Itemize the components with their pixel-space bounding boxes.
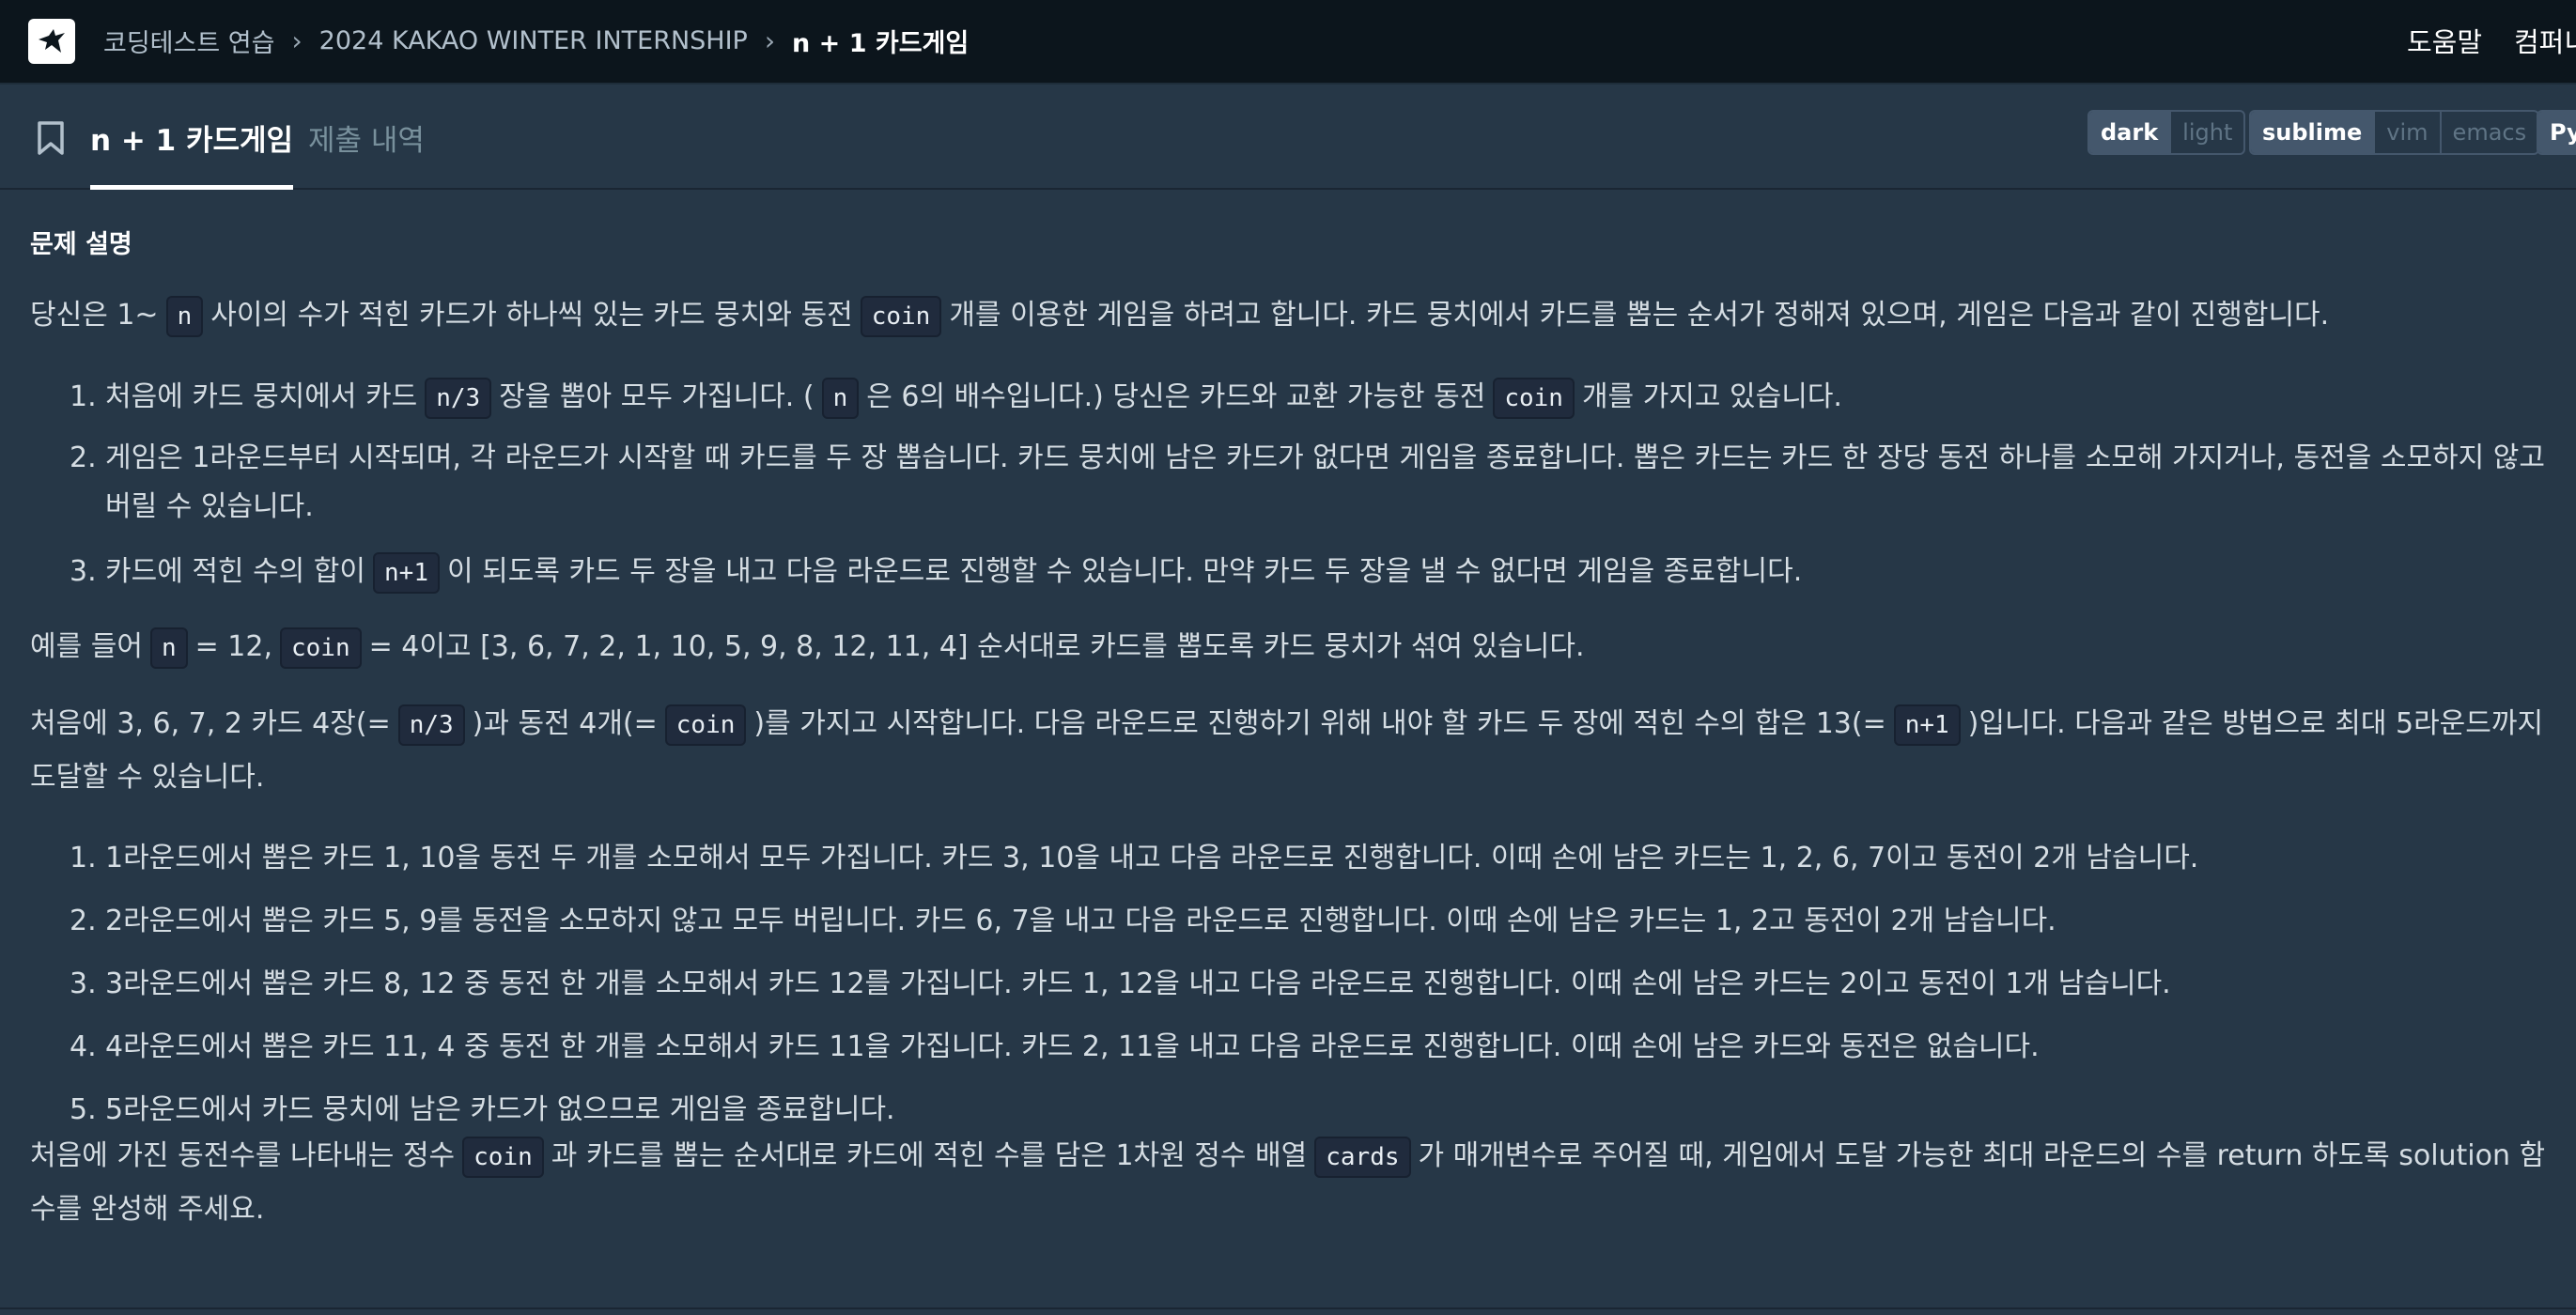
help-link[interactable]: 도움말 [2407, 21, 2482, 60]
inline-code: coin [462, 1136, 544, 1178]
list-number: 2. [70, 905, 97, 937]
section-title: 문제 설명 [30, 230, 132, 259]
text: 개를 가지고 있습니다. [1581, 380, 1842, 413]
breadcrumb: 코딩테스트 연습 › 2024 KAKAO WINTER INTERNSHIP … [103, 0, 969, 81]
text: 은 6의 배수입니다.) 당신은 카드와 교환 가능한 동전 [866, 380, 1486, 413]
keymap-sublime-option[interactable]: sublime [2251, 112, 2376, 153]
intro-paragraph: 당신은 1~ n 사이의 수가 적힌 카드가 하나씩 있는 카드 뭉치와 동전 coi… [30, 288, 2567, 342]
tab-problem-label: n + 1 카드게임 [90, 123, 294, 158]
list-item: 2. 2라운드에서 뽑은 카드 5, 9를 동전을 소모하지 않고 모두 버립니… [70, 894, 2568, 957]
top-navigation-bar: 코딩테스트 연습 › 2024 KAKAO WINTER INTERNSHIP … [0, 0, 2576, 85]
start-paragraph: 처음에 3, 6, 7, 2 카드 4장(= n/3)과 동전 4개(= coin)… [30, 697, 2567, 804]
text: 처음에 3, 6, 7, 2 카드 4장(= [30, 707, 391, 740]
list-item: 3. 카드에 적힌 수의 합이 n+1 이 되도록 카드 두 장을 내고 다음 라운… [70, 545, 2568, 598]
list-text: 1라운드에서 뽑은 카드 1, 10을 동전 두 개를 소모해서 모두 가집니다… [105, 842, 2199, 874]
company-link[interactable]: 컴퍼니 [2514, 21, 2576, 60]
inline-code: n+1 [1893, 704, 1961, 746]
inline-code: n [821, 377, 860, 419]
inline-code: coin [1493, 377, 1575, 419]
list-text: 처음에 카드 뭉치에서 카드 n/3 장을 뽑아 모두 가집니다. (n 은 6의 배… [105, 370, 2568, 434]
intro-text: 당신은 1~ [30, 299, 159, 332]
inline-code: coin [279, 627, 362, 669]
text: )과 동전 4개(= [472, 707, 658, 740]
text: = 12, [194, 630, 272, 663]
list-item: 1. 처음에 카드 뭉치에서 카드 n/3 장을 뽑아 모두 가집니다. (n 은 6… [70, 370, 2568, 434]
inline-code: n/3 [397, 704, 465, 746]
list-number: 3. [70, 555, 97, 588]
list-item: 2. 게임은 1라운드부터 시작되며, 각 라운드가 시작할 때 카드를 두 장… [70, 434, 2568, 545]
list-item: 1. 1라운드에서 뽑은 카드 1, 10을 동전 두 개를 소모해서 모두 가… [70, 831, 2568, 894]
text: )를 가지고 시작합니다. 다음 라운드로 진행하기 위해 내야 할 카드 두 … [753, 707, 1886, 740]
list-item: 3. 3라운드에서 뽑은 카드 8, 12 중 동전 한 개를 소모해서 카드 … [70, 957, 2568, 1020]
list-number: 4. [70, 1030, 97, 1063]
inline-code: n+1 [373, 551, 440, 594]
list-number: 1. [70, 842, 97, 874]
list-text: 카드에 적힌 수의 합이 n+1 이 되도록 카드 두 장을 내고 다음 라운드로 … [105, 545, 2568, 598]
example-paragraph: 예를 들어 n = 12, coin = 4이고 [3, 6, 7, 2, 1, 10,… [30, 620, 2567, 673]
tab-submission-history[interactable]: 제출 내역 [308, 85, 425, 190]
inline-code: n [165, 295, 204, 337]
theme-dark-option[interactable]: dark [2089, 112, 2172, 153]
theme-toggle: dark light [2087, 110, 2246, 155]
text: 이 되도록 카드 두 장을 내고 다음 라운드로 진행할 수 있습니다. 만약 … [446, 555, 1803, 588]
inline-code: n [149, 627, 188, 669]
top-navigation-links: 도움말 컴퍼니 [2407, 0, 2576, 81]
tab-submissions-label: 제출 내역 [308, 123, 425, 158]
bird-logo-icon [39, 29, 65, 53]
list-text: 4라운드에서 뽑은 카드 11, 4 중 동전 한 개를 소모해서 카드 11을… [105, 1030, 2040, 1063]
divider [0, 1307, 2576, 1309]
intro-text: 개를 이용한 게임을 하려고 합니다. 카드 뭉치에서 카드를 뽑는 순서가 정… [949, 299, 2330, 332]
chevron-right-icon: › [291, 24, 303, 56]
text: 처음에 가진 동전수를 나타내는 정수 [30, 1139, 456, 1172]
text: 예를 들어 [30, 630, 143, 663]
language-select[interactable]: Py [2537, 110, 2576, 155]
list-number: 2. [70, 441, 97, 474]
inline-code: n/3 [425, 377, 492, 419]
text: 과 카드를 뽑는 순서대로 카드에 적힌 수를 담은 1차원 정수 배열 [551, 1139, 1308, 1172]
problem-tab-bar: n + 1 카드게임 제출 내역 dark light sublime vim … [0, 85, 2576, 190]
text: = 4이고 [3, 6, 7, 2, 1, 10, 5, 9, 8, 12, 1… [368, 630, 1585, 663]
inline-code: coin [860, 295, 942, 337]
chevron-right-icon: › [764, 24, 776, 56]
text: 장을 뽑아 모두 가집니다. ( [499, 380, 815, 413]
list-text: 2라운드에서 뽑은 카드 5, 9를 동전을 소모하지 않고 모두 버립니다. … [105, 905, 2056, 937]
programmers-logo[interactable] [28, 19, 75, 64]
tab-problem-description[interactable]: n + 1 카드게임 [90, 85, 294, 190]
theme-light-option[interactable]: light [2171, 112, 2243, 153]
list-text: 게임은 1라운드부터 시작되며, 각 라운드가 시작할 때 카드를 두 장 뽑습… [105, 441, 2545, 523]
list-item: 4. 4라운드에서 뽑은 카드 11, 4 중 동전 한 개를 소모해서 카드 … [70, 1020, 2568, 1083]
breadcrumb-item-kakao-internship[interactable]: 2024 KAKAO WINTER INTERNSHIP [319, 26, 748, 55]
rules-list: 1. 처음에 카드 뭉치에서 카드 n/3 장을 뽑아 모두 가집니다. (n 은 6… [70, 370, 2568, 598]
bookmark-icon[interactable] [36, 120, 66, 156]
task-paragraph: 처음에 가진 동전수를 나타내는 정수 coin 과 카드를 뽑는 순서대로 카드에… [30, 1129, 2567, 1236]
rounds-list: 1. 1라운드에서 뽑은 카드 1, 10을 동전 두 개를 소모해서 모두 가… [70, 831, 2568, 1137]
keymap-toggle: sublime vim emacs [2249, 110, 2540, 155]
breadcrumb-current-page: n + 1 카드게임 [792, 28, 970, 58]
intro-text: 사이의 수가 적힌 카드가 하나씩 있는 카드 뭉치와 동전 [210, 299, 853, 332]
breadcrumb-item-coding-test[interactable]: 코딩테스트 연습 [103, 23, 274, 59]
inline-code: coin [664, 704, 747, 746]
keymap-emacs-option[interactable]: emacs [2442, 112, 2538, 153]
list-text: 3라운드에서 뽑은 카드 8, 12 중 동전 한 개를 소모해서 카드 12를… [105, 967, 2171, 1000]
text: 처음에 카드 뭉치에서 카드 [105, 380, 418, 413]
keymap-vim-option[interactable]: vim [2375, 112, 2442, 153]
list-number: 1. [70, 380, 97, 413]
inline-code: cards [1314, 1136, 1411, 1178]
language-selected-value: Py [2538, 112, 2576, 153]
list-number: 3. [70, 967, 97, 1000]
text: 카드에 적힌 수의 합이 [105, 555, 366, 588]
